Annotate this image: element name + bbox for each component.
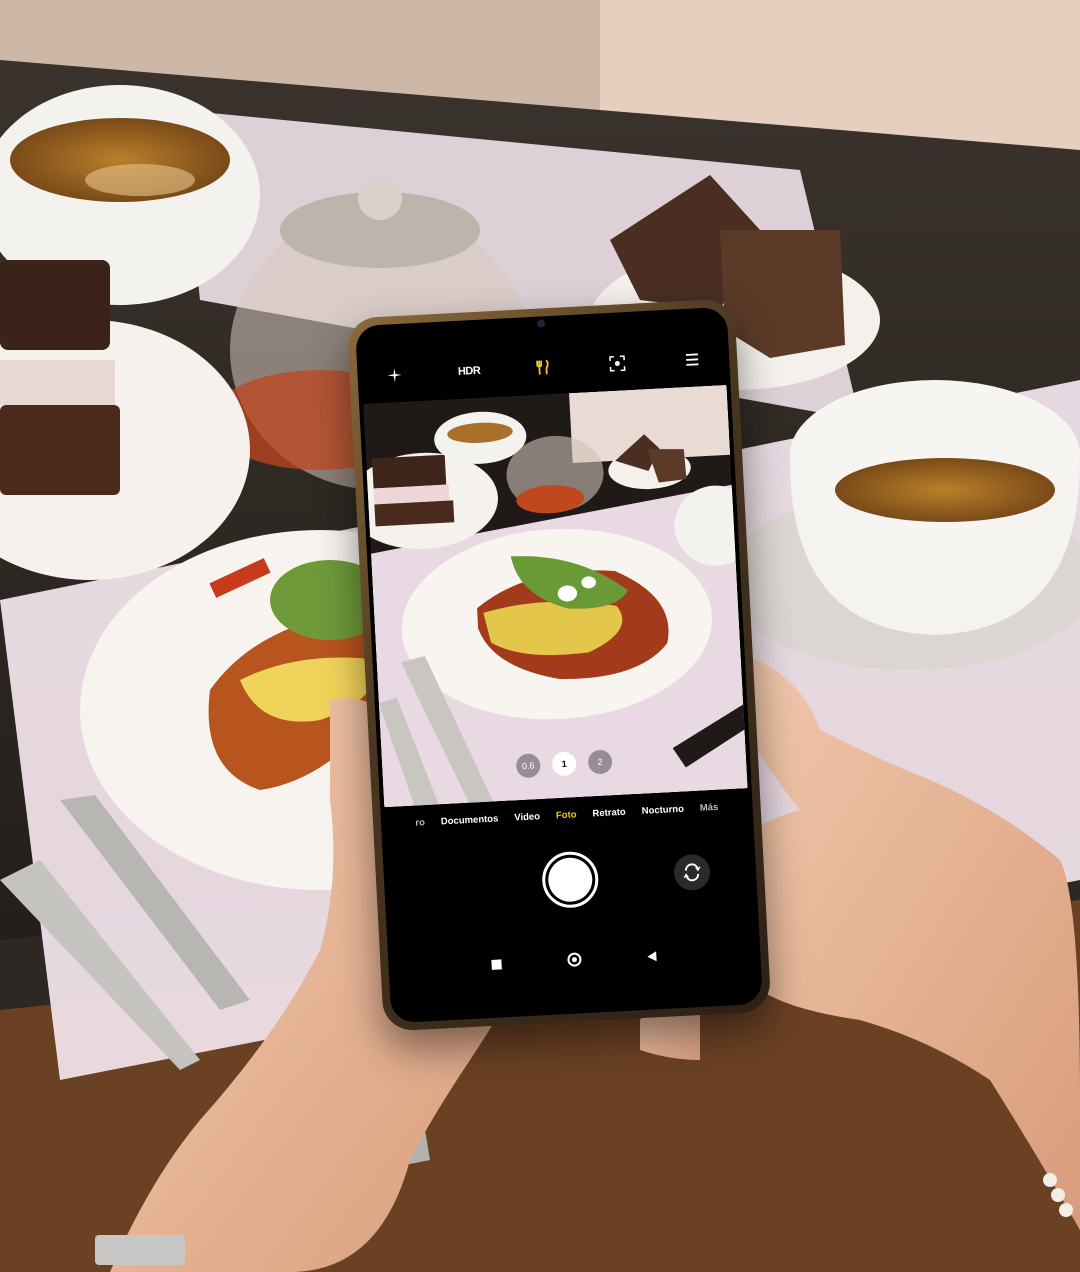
zoom-selector: 0.6 1 2 (515, 749, 613, 779)
mode-partial[interactable]: ro (415, 817, 425, 828)
mode-foto[interactable]: Foto (556, 809, 577, 821)
sparkle-icon[interactable] (383, 364, 406, 387)
hamburger-menu-icon[interactable] (680, 348, 703, 371)
mode-retrato[interactable]: Retrato (592, 807, 626, 820)
zoom-2[interactable]: 2 (587, 749, 613, 775)
square-icon[interactable] (490, 957, 503, 976)
zoom-1[interactable]: 1 (551, 751, 577, 777)
lens-focus-icon[interactable] (606, 352, 629, 375)
mode-mas[interactable]: Más (700, 802, 719, 814)
front-camera-notch (527, 315, 555, 332)
viewfinder-preview (363, 384, 748, 808)
shutter-button[interactable] (540, 850, 600, 910)
mode-nocturno[interactable]: Nocturno (641, 804, 684, 817)
mode-video[interactable]: Video (514, 811, 540, 823)
triangle-back-icon[interactable] (646, 949, 659, 968)
switch-camera-button[interactable] (673, 853, 711, 892)
phone-screen: HDR 0.6 1 2 ro Documentos Video Foto Ret… (354, 306, 764, 1024)
camera-top-bar: HDR (357, 343, 730, 392)
system-navigation-bar (388, 942, 761, 982)
circle-icon[interactable] (566, 951, 583, 973)
rotate-camera-icon (683, 863, 701, 882)
shutter-core (547, 856, 594, 903)
camera-viewfinder[interactable]: 0.6 1 2 (363, 384, 748, 808)
hdr-toggle[interactable]: HDR (458, 360, 481, 383)
smartphone: HDR 0.6 1 2 ro Documentos Video Foto Ret… (346, 298, 772, 1032)
mode-documentos[interactable]: Documentos (441, 813, 499, 827)
fork-knife-icon[interactable] (532, 356, 555, 379)
zoom-0-6[interactable]: 0.6 (515, 753, 541, 779)
